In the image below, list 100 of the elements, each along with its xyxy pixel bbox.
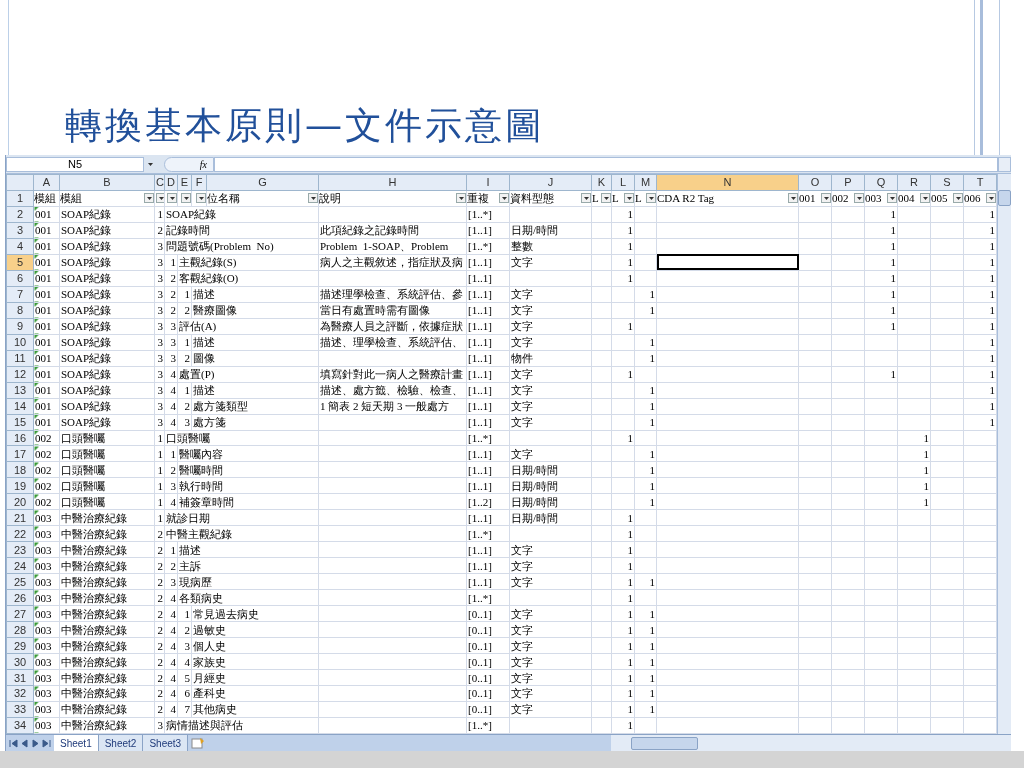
filter-button[interactable] xyxy=(788,193,798,204)
vertical-scrollbar[interactable] xyxy=(997,174,1011,734)
cell-cursor[interactable] xyxy=(656,254,799,271)
table-cell: 文字 xyxy=(509,334,592,351)
table-cell: SOAP紀錄 xyxy=(59,334,155,351)
sheet-tab[interactable]: Sheet2 xyxy=(98,735,144,751)
table-cell: 003 xyxy=(33,637,60,654)
table-cell: [1..1] xyxy=(466,541,510,558)
table-cell: 2 xyxy=(154,541,165,558)
table-header: L xyxy=(635,191,642,206)
table-cell: 1 xyxy=(963,366,997,383)
table-cell: [1..*] xyxy=(466,238,510,255)
filter-button[interactable] xyxy=(167,193,177,204)
filter-button[interactable] xyxy=(601,193,611,204)
table-cell: [1..1] xyxy=(466,286,510,303)
sheet-nav-icon[interactable] xyxy=(42,738,51,748)
table-cell: 產科史 xyxy=(191,685,319,702)
table-cell: 2 xyxy=(177,621,192,638)
function-button[interactable]: fx xyxy=(164,156,214,172)
column-header[interactable]: G xyxy=(206,174,319,191)
column-header[interactable]: L xyxy=(611,174,635,191)
table-cell: 為醫療人員之評斷，依據症狀 xyxy=(318,318,467,335)
table-cell: 1 xyxy=(611,621,635,638)
column-header[interactable]: S xyxy=(930,174,964,191)
table-header: 重複 xyxy=(467,191,489,206)
table-cell: 日期/時間 xyxy=(509,222,592,239)
table-cell: 002 xyxy=(33,430,60,446)
table-cell: 文字 xyxy=(509,318,592,335)
table-cell: 中醫治療紀錄 xyxy=(59,605,155,622)
caret-icon xyxy=(790,196,796,200)
filter-button[interactable] xyxy=(854,193,864,204)
caret-icon xyxy=(501,196,507,200)
filter-button[interactable] xyxy=(581,193,591,204)
table-cell: 4 xyxy=(164,669,178,686)
table-cell: 處方箋 xyxy=(191,414,319,430)
table-cell: 1 xyxy=(634,653,657,670)
table-cell: 文字 xyxy=(509,605,592,622)
caret-icon xyxy=(147,162,153,166)
filter-button[interactable] xyxy=(646,193,656,204)
filter-button[interactable] xyxy=(196,193,206,204)
table-cell: 1 xyxy=(611,653,635,670)
filter-button[interactable] xyxy=(144,193,154,204)
column-header[interactable]: R xyxy=(897,174,931,191)
filter-button[interactable] xyxy=(624,193,634,204)
table-cell: 1 xyxy=(154,461,165,478)
table-cell: 002 xyxy=(33,445,60,462)
column-header[interactable]: A xyxy=(33,174,60,191)
table-header: 003 xyxy=(865,191,882,206)
formula-field[interactable] xyxy=(214,156,998,172)
table-cell: 1 xyxy=(611,701,635,718)
scroll-thumb[interactable] xyxy=(631,736,698,750)
table-cell: 001 xyxy=(33,318,60,335)
table-cell: [1..2] xyxy=(466,493,510,510)
table-cell: 1 xyxy=(634,286,657,303)
column-header[interactable]: C xyxy=(154,174,165,191)
table-cell: 3 xyxy=(154,334,165,351)
table-cell: 描述 xyxy=(191,286,319,303)
filter-button[interactable] xyxy=(308,193,318,204)
table-cell: SOAP紀錄 xyxy=(59,382,155,399)
table-cell: 2 xyxy=(154,573,165,590)
table-cell: 文字 xyxy=(509,573,592,590)
table-cell: 2 xyxy=(154,589,165,606)
sheet-tab[interactable]: Sheet3 xyxy=(143,735,189,751)
column-header[interactable]: O xyxy=(798,174,832,191)
table-cell: 1 xyxy=(611,525,635,542)
table-cell: 描述理學檢查、系統評估、參 xyxy=(318,286,467,303)
table-cell: 3 xyxy=(154,414,165,430)
filter-button[interactable] xyxy=(821,193,831,204)
sheet-nav-icon[interactable] xyxy=(9,738,18,748)
column-header[interactable]: K xyxy=(591,174,612,191)
table-cell: 3 xyxy=(164,318,178,335)
column-header[interactable]: M xyxy=(634,174,657,191)
table-cell: 3 xyxy=(154,318,165,335)
horizontal-scrollbar[interactable] xyxy=(611,735,1011,751)
filter-button[interactable] xyxy=(953,193,963,204)
table-cell: 家族史 xyxy=(191,653,319,670)
caret-icon xyxy=(988,196,994,200)
column-header[interactable]: B xyxy=(59,174,155,191)
column-header[interactable]: I xyxy=(466,174,510,191)
sheet-tab[interactable]: Sheet1 xyxy=(54,735,99,751)
column-header[interactable]: N xyxy=(656,174,799,191)
table-cell: 001 xyxy=(33,382,60,399)
column-header[interactable]: J xyxy=(509,174,592,191)
table-cell: 1 xyxy=(963,302,997,319)
filter-button[interactable] xyxy=(456,193,466,204)
name-box[interactable]: N5 xyxy=(6,156,144,172)
column-header[interactable]: H xyxy=(318,174,467,191)
table-cell: [1..1] xyxy=(466,557,510,574)
table-cell: 文字 xyxy=(509,637,592,654)
filter-button[interactable] xyxy=(499,193,509,204)
filter-button[interactable] xyxy=(181,193,191,204)
filter-button[interactable] xyxy=(887,193,897,204)
filter-button[interactable] xyxy=(156,193,164,204)
scroll-thumb[interactable] xyxy=(998,190,1011,206)
filter-button[interactable] xyxy=(986,193,996,204)
column-header[interactable]: T xyxy=(963,174,997,191)
column-header[interactable]: Q xyxy=(864,174,898,191)
table-cell: 1 xyxy=(611,605,635,622)
filter-button[interactable] xyxy=(920,193,930,204)
column-header[interactable]: P xyxy=(831,174,865,191)
